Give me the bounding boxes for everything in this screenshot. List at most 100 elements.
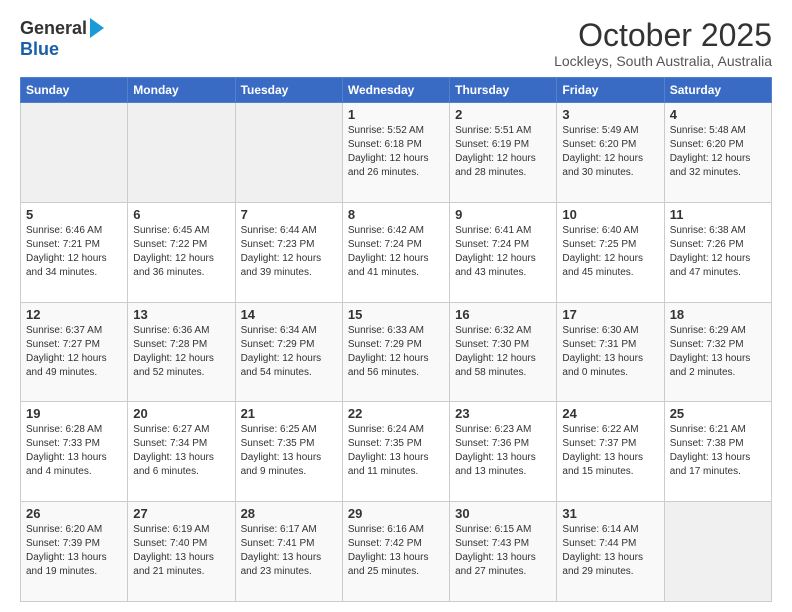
logo-arrow-icon	[90, 18, 104, 38]
calendar-cell: 16Sunrise: 6:32 AMSunset: 7:30 PMDayligh…	[450, 302, 557, 402]
cell-info-text: Daylight: 12 hours	[455, 352, 551, 366]
month-title: October 2025	[554, 18, 772, 53]
calendar-cell: 29Sunrise: 6:16 AMSunset: 7:42 PMDayligh…	[342, 502, 449, 602]
cell-info-text: and 52 minutes.	[133, 366, 229, 380]
cell-info-text: Sunrise: 6:36 AM	[133, 324, 229, 338]
cell-info-text: Daylight: 13 hours	[26, 551, 122, 565]
cell-info-text: Sunrise: 6:25 AM	[241, 423, 337, 437]
cell-info-text: and 39 minutes.	[241, 266, 337, 280]
calendar-cell: 11Sunrise: 6:38 AMSunset: 7:26 PMDayligh…	[664, 202, 771, 302]
cell-info-text: Sunset: 6:20 PM	[562, 138, 658, 152]
day-number: 7	[241, 207, 337, 222]
calendar-cell: 21Sunrise: 6:25 AMSunset: 7:35 PMDayligh…	[235, 402, 342, 502]
cell-info-text: and 29 minutes.	[562, 565, 658, 579]
cell-info-text: Sunset: 6:18 PM	[348, 138, 444, 152]
cell-info-text: Sunrise: 6:34 AM	[241, 324, 337, 338]
cell-info-text: Sunrise: 6:15 AM	[455, 523, 551, 537]
calendar-row-0: 1Sunrise: 5:52 AMSunset: 6:18 PMDaylight…	[21, 103, 772, 203]
calendar-cell: 19Sunrise: 6:28 AMSunset: 7:33 PMDayligh…	[21, 402, 128, 502]
cell-info-text: Sunset: 7:36 PM	[455, 437, 551, 451]
calendar-cell: 31Sunrise: 6:14 AMSunset: 7:44 PMDayligh…	[557, 502, 664, 602]
cell-info-text: and 11 minutes.	[348, 465, 444, 479]
calendar-row-4: 26Sunrise: 6:20 AMSunset: 7:39 PMDayligh…	[21, 502, 772, 602]
cell-info-text: Daylight: 12 hours	[348, 252, 444, 266]
calendar-row-2: 12Sunrise: 6:37 AMSunset: 7:27 PMDayligh…	[21, 302, 772, 402]
day-number: 11	[670, 207, 766, 222]
day-number: 23	[455, 406, 551, 421]
cell-info-text: and 2 minutes.	[670, 366, 766, 380]
cell-info-text: Daylight: 12 hours	[133, 252, 229, 266]
cell-info-text: and 9 minutes.	[241, 465, 337, 479]
cell-info-text: Sunset: 7:38 PM	[670, 437, 766, 451]
calendar-cell: 18 Sunrise: 6:29 AMSunset: 7:32 PMDayligh…	[664, 302, 771, 402]
calendar-cell: 27Sunrise: 6:19 AMSunset: 7:40 PMDayligh…	[128, 502, 235, 602]
cell-info-text: and 32 minutes.	[670, 166, 766, 180]
cell-info-text: Daylight: 12 hours	[670, 152, 766, 166]
day-number: 28	[241, 506, 337, 521]
calendar-cell: 17Sunrise: 6:30 AMSunset: 7:31 PMDayligh…	[557, 302, 664, 402]
cell-info-text: and 4 minutes.	[26, 465, 122, 479]
day-number: 18	[670, 307, 766, 322]
cell-info-text: Sunrise: 6:21 AM	[670, 423, 766, 437]
day-number: 27	[133, 506, 229, 521]
cell-info-text: Daylight: 13 hours	[670, 352, 766, 366]
cell-info-text: Sunrise: 6:42 AM	[348, 224, 444, 238]
title-section: October 2025 Lockleys, South Australia, …	[554, 18, 772, 69]
cell-info-text: Daylight: 13 hours	[455, 551, 551, 565]
cell-info-text: Daylight: 13 hours	[241, 551, 337, 565]
cell-info-text: and 25 minutes.	[348, 565, 444, 579]
cell-info-text: Daylight: 13 hours	[670, 451, 766, 465]
cell-info-text: Daylight: 13 hours	[455, 451, 551, 465]
cell-info-text: Sunset: 7:37 PM	[562, 437, 658, 451]
logo-blue-text: Blue	[20, 39, 59, 60]
calendar-cell: 5Sunrise: 6:46 AMSunset: 7:21 PMDaylight…	[21, 202, 128, 302]
calendar-header-wednesday: Wednesday	[342, 78, 449, 103]
cell-info-text: Sunrise: 5:51 AM	[455, 124, 551, 138]
day-number: 29	[348, 506, 444, 521]
cell-info-text: Sunrise: 6:22 AM	[562, 423, 658, 437]
cell-info-text: Daylight: 13 hours	[133, 451, 229, 465]
cell-info-text: and 34 minutes.	[26, 266, 122, 280]
day-number: 21	[241, 406, 337, 421]
calendar-header-saturday: Saturday	[664, 78, 771, 103]
cell-info-text: and 19 minutes.	[26, 565, 122, 579]
cell-info-text: Daylight: 12 hours	[455, 152, 551, 166]
day-number: 5	[26, 207, 122, 222]
calendar-cell: 14Sunrise: 6:34 AMSunset: 7:29 PMDayligh…	[235, 302, 342, 402]
cell-info-text: Daylight: 13 hours	[562, 551, 658, 565]
cell-info-text: Daylight: 12 hours	[348, 152, 444, 166]
calendar-cell	[235, 103, 342, 203]
cell-info-text: Sunset: 7:43 PM	[455, 537, 551, 551]
day-number: 6	[133, 207, 229, 222]
cell-info-text: Sunset: 7:24 PM	[348, 238, 444, 252]
cell-info-text: and 0 minutes.	[562, 366, 658, 380]
cell-info-text: Sunrise: 6:46 AM	[26, 224, 122, 238]
cell-info-text: Sunrise: 6:37 AM	[26, 324, 122, 338]
cell-info-text: Sunrise: 6:33 AM	[348, 324, 444, 338]
cell-info-text: Sunset: 7:27 PM	[26, 338, 122, 352]
cell-info-text: Sunrise: 6:45 AM	[133, 224, 229, 238]
cell-info-text: and 17 minutes.	[670, 465, 766, 479]
cell-info-text: and 30 minutes.	[562, 166, 658, 180]
cell-info-text: Sunset: 7:24 PM	[455, 238, 551, 252]
day-number: 4	[670, 107, 766, 122]
calendar-cell: 15Sunrise: 6:33 AMSunset: 7:29 PMDayligh…	[342, 302, 449, 402]
cell-info-text: Daylight: 12 hours	[562, 252, 658, 266]
calendar-header-sunday: Sunday	[21, 78, 128, 103]
day-number: 2	[455, 107, 551, 122]
cell-info-text: Sunrise: 6:28 AM	[26, 423, 122, 437]
cell-info-text: Daylight: 12 hours	[348, 352, 444, 366]
cell-info-text: and 27 minutes.	[455, 565, 551, 579]
cell-info-text: and 15 minutes.	[562, 465, 658, 479]
calendar-cell: 3Sunrise: 5:49 AMSunset: 6:20 PMDaylight…	[557, 103, 664, 203]
calendar-header-tuesday: Tuesday	[235, 78, 342, 103]
day-number: 13	[133, 307, 229, 322]
cell-info-text: Sunset: 7:42 PM	[348, 537, 444, 551]
calendar-cell: 1Sunrise: 5:52 AMSunset: 6:18 PMDaylight…	[342, 103, 449, 203]
cell-info-text: Daylight: 13 hours	[133, 551, 229, 565]
cell-info-text: Sunset: 7:40 PM	[133, 537, 229, 551]
calendar-cell: 6Sunrise: 6:45 AMSunset: 7:22 PMDaylight…	[128, 202, 235, 302]
cell-info-text: Sunrise: 6:29 AM	[670, 324, 766, 338]
cell-info-text: Sunset: 7:32 PM	[670, 338, 766, 352]
cell-info-text: Daylight: 13 hours	[562, 451, 658, 465]
